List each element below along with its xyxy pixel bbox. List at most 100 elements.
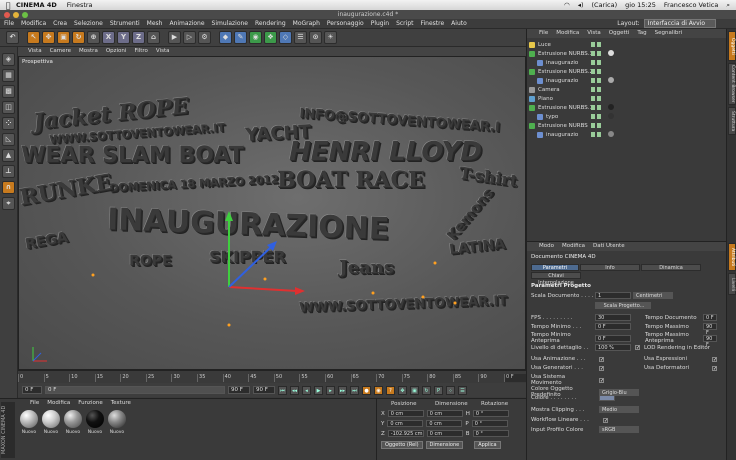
- attr-menu-modifica[interactable]: Modifica: [562, 242, 585, 251]
- magnet-icon[interactable]: ∩: [2, 181, 15, 194]
- minimize-window-button[interactable]: [13, 11, 19, 18]
- camera-icon[interactable]: ⊙: [309, 31, 322, 44]
- vp-menu-vista-2[interactable]: Vista: [156, 47, 170, 56]
- polygons-mode-icon[interactable]: ▲: [2, 149, 15, 162]
- prev-frame-icon[interactable]: ◂: [302, 385, 311, 395]
- make-editable-icon[interactable]: ◈: [2, 53, 15, 66]
- vp-menu-opzioni[interactable]: Opzioni: [106, 47, 127, 56]
- vtab-livelli[interactable]: Livelli: [728, 273, 736, 295]
- material-swatch[interactable]: [64, 410, 82, 428]
- timeline-menu-icon[interactable]: ☰: [458, 385, 467, 395]
- menu-mesh[interactable]: Mesh: [147, 20, 163, 27]
- render-picture-icon[interactable]: ▷: [183, 31, 196, 44]
- go-to-end-icon[interactable]: ⏭: [350, 385, 359, 395]
- scale-unit-select[interactable]: Centimetri: [633, 292, 673, 299]
- menu-crea[interactable]: Crea: [53, 20, 67, 27]
- render-view-icon[interactable]: ▶: [168, 31, 181, 44]
- tempo-min-field[interactable]: 0 F: [595, 323, 631, 330]
- vp-menu-vista[interactable]: Vista: [28, 47, 42, 56]
- wifi-icon[interactable]: ◠: [564, 1, 570, 9]
- play-icon[interactable]: ▶: [314, 385, 323, 395]
- clipping-select[interactable]: Medio: [599, 406, 639, 413]
- attr-menu-modo[interactable]: Modo: [539, 242, 554, 251]
- rot-b-field[interactable]: 0 °: [472, 430, 509, 437]
- rot-p-field[interactable]: 0 °: [471, 420, 508, 427]
- menu-personaggio[interactable]: Personaggio: [327, 20, 364, 27]
- axis-z-button[interactable]: Z: [132, 31, 145, 44]
- size-y-field[interactable]: 0 cm: [426, 420, 463, 427]
- nurbs-icon[interactable]: ◉: [249, 31, 262, 44]
- record-icon[interactable]: ●: [362, 385, 371, 395]
- vtab-struttura[interactable]: Struttura: [728, 107, 736, 135]
- material-swatch[interactable]: [108, 410, 126, 428]
- mat-menu-modifica[interactable]: Modifica: [47, 400, 70, 406]
- apply-button[interactable]: Applica: [474, 441, 501, 449]
- vtab-content-browser[interactable]: Content Browser: [728, 63, 736, 105]
- point-key-icon[interactable]: ⁘: [446, 385, 455, 395]
- axis-x-button[interactable]: X: [102, 31, 115, 44]
- rotate-tool-icon[interactable]: ↻: [72, 31, 85, 44]
- timeline-end-field[interactable]: 0 F: [503, 374, 526, 382]
- workflow-checkbox[interactable]: ✓: [603, 417, 608, 423]
- preview-range-slider[interactable]: 0 F: [45, 386, 225, 394]
- material-swatch[interactable]: [42, 410, 60, 428]
- array-icon[interactable]: ❖: [264, 31, 277, 44]
- obj-menu-oggetti[interactable]: Oggetti: [609, 29, 630, 38]
- timeline-ruler[interactable]: 0 5 10 15 20 25 30 35 40 45 50 55 60 65 …: [18, 370, 526, 382]
- axis-y-button[interactable]: Y: [117, 31, 130, 44]
- vtab-attributi[interactable]: Attributi: [728, 243, 736, 271]
- battery-status[interactable]: (Carica): [592, 1, 618, 9]
- scale-project-button[interactable]: Scala Progetto...: [595, 302, 651, 309]
- scale-tool-icon[interactable]: ▣: [57, 31, 70, 44]
- apple-icon[interactable]: : [0, 1, 16, 10]
- volume-icon[interactable]: ◂): [578, 1, 584, 9]
- tab-dinamica[interactable]: Dinamica: [641, 264, 701, 271]
- tempo-doc-field[interactable]: 0 F: [703, 314, 717, 321]
- next-frame-icon[interactable]: ▸: [326, 385, 335, 395]
- usa-sistema-checkbox[interactable]: ✓: [599, 377, 604, 383]
- min-frame-field[interactable]: 90 F: [228, 386, 250, 394]
- attr-menu-dati-utente[interactable]: Dati Utente: [593, 242, 625, 251]
- spline-pen-icon[interactable]: ✎: [234, 31, 247, 44]
- menu-mograph[interactable]: MoGraph: [293, 20, 320, 27]
- tab-chiavi-interpolazione[interactable]: Chiavi Interpolazione: [531, 272, 581, 286]
- vp-menu-camere[interactable]: Camere: [50, 47, 71, 56]
- vp-menu-filtro[interactable]: Filtro: [134, 47, 147, 56]
- layout-select[interactable]: Interfaccia di Avvio: [643, 19, 716, 28]
- select-tool-icon[interactable]: ↖: [27, 31, 40, 44]
- mat-menu-file[interactable]: File: [30, 400, 39, 406]
- max-frame-field[interactable]: 90 F: [253, 386, 275, 394]
- autokey-icon[interactable]: ◉: [374, 385, 383, 395]
- menu-finestra[interactable]: Finestra: [67, 1, 93, 9]
- menu-animazione[interactable]: Animazione: [169, 20, 204, 27]
- mat-menu-texture[interactable]: Texture: [111, 400, 131, 406]
- app-menu[interactable]: CINEMA 4D: [16, 1, 57, 9]
- menu-strumenti[interactable]: Strumenti: [110, 20, 140, 27]
- axis-mode-icon[interactable]: ⊥: [2, 165, 15, 178]
- vtab-oggetti[interactable]: Oggetti: [728, 31, 736, 61]
- obj-menu-file[interactable]: File: [539, 29, 548, 38]
- texture-mode-icon[interactable]: ▩: [2, 85, 15, 98]
- menu-aiuto[interactable]: Aiuto: [451, 20, 467, 27]
- tab-info[interactable]: Info: [580, 264, 640, 271]
- menu-rendering[interactable]: Rendering: [255, 20, 286, 27]
- tempo-min-ant-field[interactable]: 0 F: [595, 334, 631, 342]
- lod-field[interactable]: 100 %: [595, 344, 631, 351]
- tempo-max-field[interactable]: 90 F: [703, 323, 717, 336]
- pos-y-field[interactable]: 0 cm: [387, 420, 424, 427]
- lod-checkbox[interactable]: ✓: [635, 345, 640, 351]
- rot-h-field[interactable]: 0 °: [472, 410, 509, 417]
- points-mode-icon[interactable]: ⁘: [2, 117, 15, 130]
- light-icon[interactable]: ☀: [324, 31, 337, 44]
- spotlight-icon[interactable]: ⌕: [726, 1, 730, 10]
- undo-icon[interactable]: ↶: [6, 31, 19, 44]
- model-mode-icon[interactable]: ▦: [2, 69, 15, 82]
- tab-parametri-progetto[interactable]: Parametri Progetto: [531, 264, 579, 278]
- obj-menu-segnalibri[interactable]: Segnalibri: [655, 29, 683, 38]
- tempo-max-ant-field[interactable]: 90 F: [703, 334, 717, 348]
- position-key-icon[interactable]: ✥: [398, 385, 407, 395]
- start-frame-field[interactable]: 0 F: [22, 386, 42, 394]
- coord-mode-select[interactable]: Oggetto (Rel): [381, 441, 423, 449]
- menu-simulazione[interactable]: Simulazione: [212, 20, 248, 27]
- input-profile-select[interactable]: sRGB: [599, 426, 639, 433]
